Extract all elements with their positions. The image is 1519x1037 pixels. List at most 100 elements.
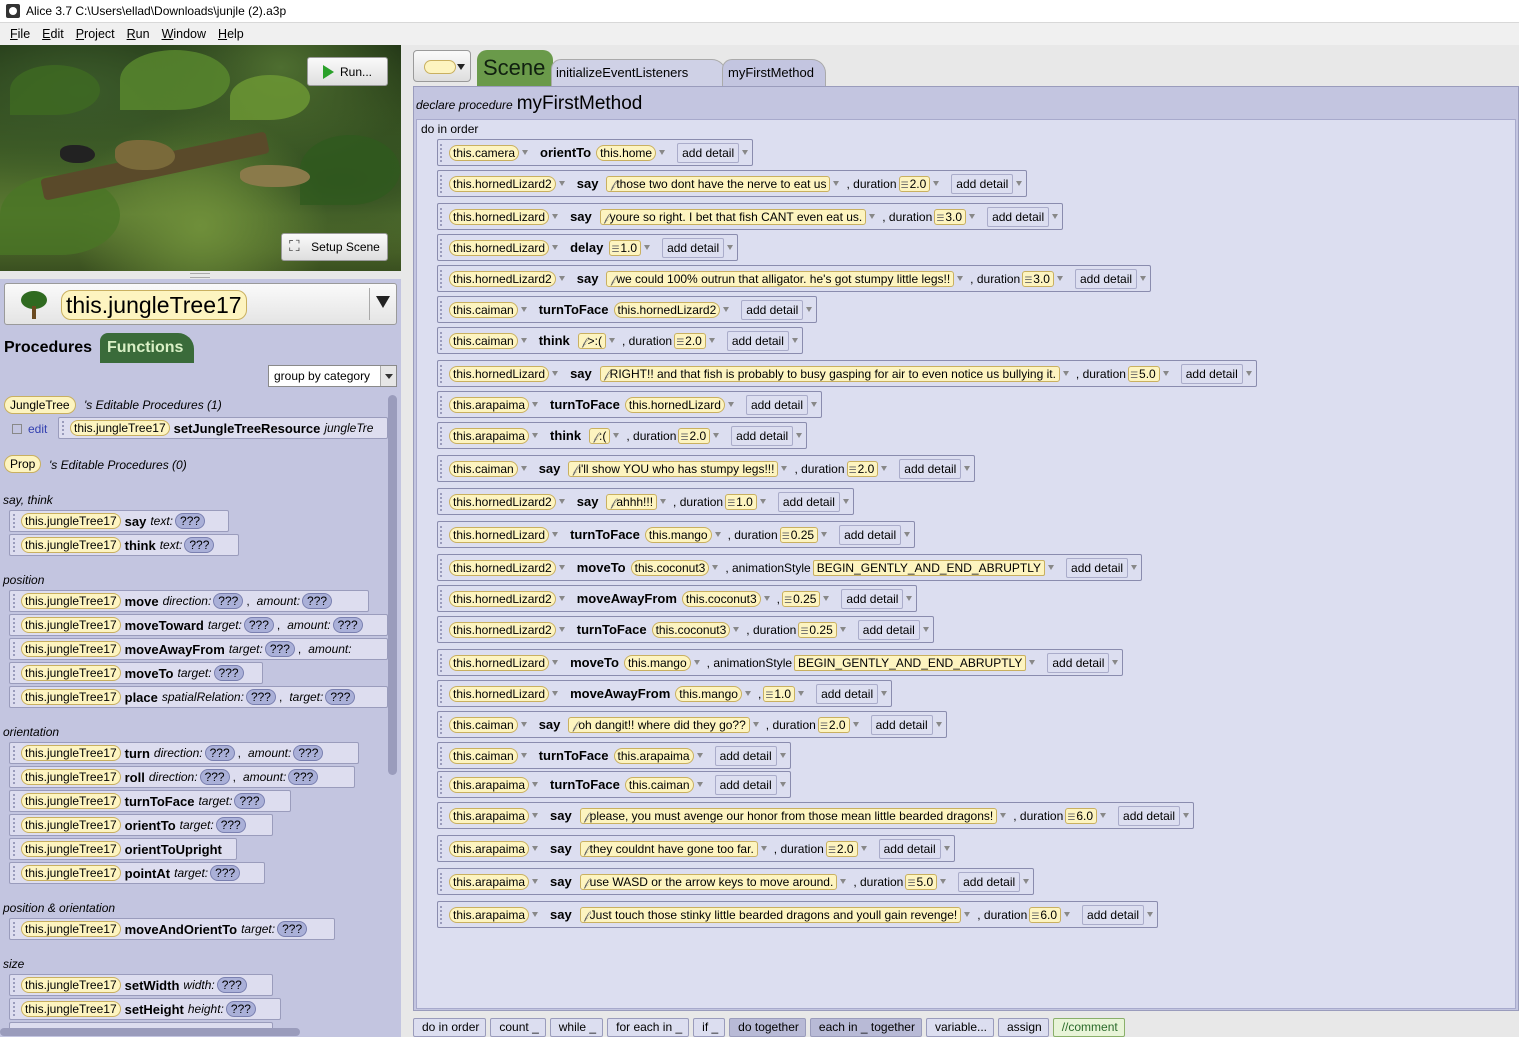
statement-row[interactable]: this.camera orientTo this.home add detail [437,139,754,166]
drag-handle[interactable] [440,207,445,226]
statement-row[interactable]: this.arapaima think:(, duration2.0 add det… [437,422,808,449]
dropdown-arrow-icon[interactable] [552,214,559,219]
dropdown-arrow-icon[interactable] [1183,813,1190,818]
tab-procedures[interactable]: Procedures [0,333,100,363]
drag-handle[interactable] [13,746,18,760]
dropdown-arrow-icon[interactable] [613,433,620,438]
drag-handle[interactable] [440,589,445,608]
dropdown-arrow-icon[interactable] [964,912,971,917]
statement-object[interactable]: this.arapaima [449,427,530,444]
drag-handle[interactable] [440,872,445,891]
vertical-splitter[interactable] [401,45,409,1037]
add-detail-button[interactable]: add detail [857,619,920,640]
object-pill[interactable]: this.jungleTree17 [21,793,121,809]
statement-duration[interactable]: 3.0 [934,208,967,225]
class-selector-button[interactable] [413,50,471,82]
ctl-assign[interactable]: assign [998,1018,1049,1037]
dropdown-arrow-icon[interactable] [1064,912,1071,917]
placeholder-value[interactable]: ??? [288,769,319,785]
menu-run[interactable]: Run [121,27,156,41]
dropdown-arrow-icon[interactable] [779,753,786,758]
dropdown-arrow-icon[interactable] [558,596,565,601]
dropdown-arrow-icon[interactable] [727,245,734,250]
drag-handle[interactable] [13,666,18,680]
dropdown-arrow-icon[interactable] [842,499,849,504]
add-detail-button[interactable]: add detail [714,745,777,766]
dropdown-arrow-icon[interactable] [1112,660,1119,665]
statement-object[interactable]: this.hornedLizard [449,239,550,256]
dropdown-arrow-icon[interactable] [723,307,730,312]
drag-handle[interactable] [440,143,445,162]
add-detail-button[interactable]: add detail [662,237,725,258]
add-detail-button[interactable]: add detail [870,714,933,735]
menu-file[interactable]: File [4,27,36,41]
dropdown-arrow-icon[interactable] [759,499,766,504]
statement-argument[interactable]: this.coconut3 [681,590,761,607]
add-detail-button[interactable]: add detail [987,206,1050,227]
statement-duration[interactable]: 2.0 [846,460,879,477]
proc-set-width[interactable]: this.jungleTree17 setWidth width:??? [9,974,273,996]
menu-project[interactable]: Project [70,27,121,41]
dropdown-arrow-icon[interactable] [906,596,913,601]
statement-row[interactable]: this.hornedLizard moveTo this.mango , anima… [437,649,1124,676]
drag-handle[interactable] [440,684,445,703]
object-pill[interactable]: this.jungleTree17 [21,1001,121,1017]
dropdown-arrow-icon[interactable] [752,722,759,727]
drag-handle[interactable] [440,459,445,478]
object-pill[interactable]: this.jungleTree17 [21,665,121,681]
statement-object[interactable]: this.arapaima [449,906,530,923]
tab-scene[interactable]: Scene [477,50,553,86]
statement-object[interactable]: this.caiman [449,301,518,318]
dropdown-arrow-icon[interactable] [727,402,734,407]
statement-object[interactable]: this.arapaima [449,840,530,857]
dropdown-arrow-icon[interactable] [609,338,616,343]
statement-row[interactable]: this.hornedLizard2 say we could 100% outru… [437,265,1152,292]
object-pill[interactable]: this.jungleTree17 [21,689,121,705]
drag-handle[interactable] [13,922,18,936]
placeholder-value[interactable]: ??? [277,921,308,937]
statement-duration[interactable]: 0.25 [779,526,819,543]
add-detail-button[interactable]: add detail [951,173,1014,194]
statement-object[interactable]: this.hornedLizard [449,654,550,671]
placeholder-value[interactable]: ??? [302,593,333,609]
add-detail-button[interactable]: add detail [958,871,1021,892]
dropdown-arrow-icon[interactable] [742,150,749,155]
add-detail-button[interactable]: add detail [1047,652,1110,673]
statement-duration[interactable]: 2.0 [674,332,706,349]
statement-row[interactable]: this.caiman turnToFace this.hornedLizard2 a… [437,296,818,323]
placeholder-value[interactable]: ??? [175,513,206,529]
drag-handle[interactable] [13,642,18,656]
add-detail-button[interactable]: add detail [816,683,879,704]
proc-move-away-from[interactable]: this.jungleTree17 moveAwayFrom target:???,… [9,638,388,660]
statement-number[interactable]: 0.25 [781,590,821,607]
dropdown-arrow-icon[interactable] [957,276,964,281]
dropdown-arrow-icon[interactable] [552,245,559,250]
statement-object[interactable]: this.arapaima [449,807,530,824]
dropdown-arrow-icon[interactable] [696,753,703,758]
add-detail-button[interactable]: add detail [1118,805,1181,826]
dropdown-arrow-icon[interactable] [532,433,539,438]
dropdown-arrow-icon[interactable] [791,338,798,343]
horizontal-splitter[interactable] [0,271,401,279]
tab-initialize-event-listeners[interactable]: initializeEventListeners [551,59,726,86]
group-by-select[interactable]: group by category [268,365,397,387]
dropdown-arrow-icon[interactable] [660,499,667,504]
object-pill[interactable]: this.jungleTree17 [21,865,121,881]
placeholder-value[interactable]: ??? [264,641,295,657]
proc-orient-to-upright[interactable]: this.jungleTree17 orientToUpright [9,838,237,860]
drag-handle[interactable] [13,866,18,880]
drag-handle[interactable] [440,905,445,924]
statement-number[interactable]: 1.0 [609,239,642,256]
placeholder-value[interactable]: ??? [225,1001,256,1017]
statement-object[interactable]: this.hornedLizard2 [449,590,556,607]
statement-object[interactable]: this.hornedLizard [449,685,550,702]
editable-procedure-row[interactable]: this.jungleTree17 setJungleTreeResource … [58,417,388,439]
dropdown-arrow-icon[interactable] [532,846,539,851]
object-selector[interactable]: this.jungleTree17 [4,283,397,325]
statement-duration[interactable]: 2.0 [678,427,711,444]
dropdown-arrow-icon[interactable] [520,722,527,727]
dropdown-arrow-icon[interactable] [532,813,539,818]
menu-edit[interactable]: Edit [36,27,70,41]
dropdown-arrow-icon[interactable] [869,214,876,219]
statement-object[interactable]: this.hornedLizard2 [449,559,556,576]
